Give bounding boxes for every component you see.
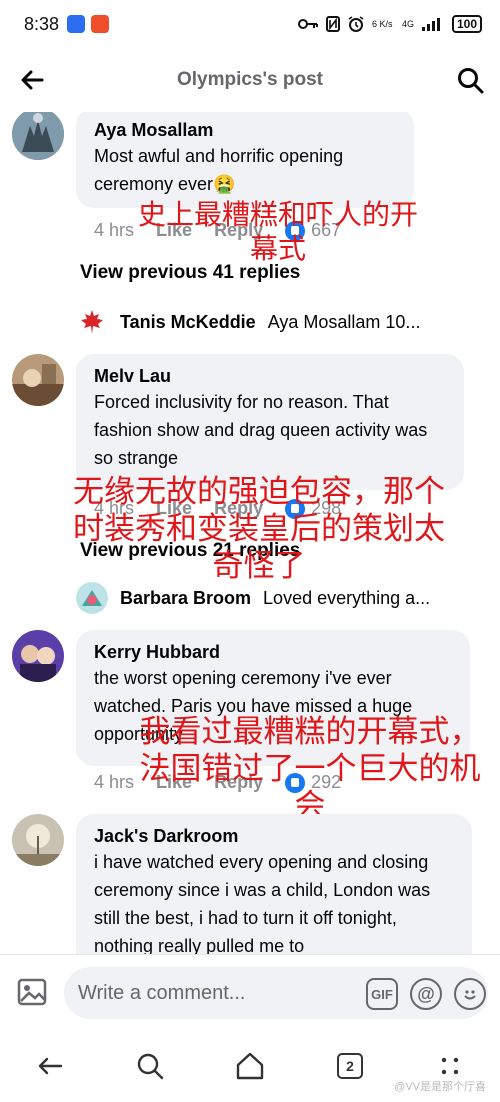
system-nav-bar: 2 @VV是是那个厅喜 bbox=[0, 1030, 500, 1102]
key-icon bbox=[297, 19, 318, 29]
tabs-count: 2 bbox=[337, 1053, 363, 1079]
page-title: Olympics's post bbox=[176, 69, 323, 90]
network-speed: 6 K/s bbox=[371, 19, 393, 29]
comment-bubble[interactable]: Aya Mosallam Most awful and horrific ope… bbox=[76, 112, 414, 208]
avatar[interactable] bbox=[12, 112, 64, 160]
reply-author: Tanis McKeddie bbox=[120, 311, 256, 332]
comment-text: i have watched every opening and closing… bbox=[94, 852, 431, 954]
view-previous-replies[interactable]: View previous 41 replies bbox=[80, 262, 300, 284]
comment-author[interactable]: Kerry Hubbard bbox=[94, 640, 454, 664]
reply-snippet: Aya Mosallam 10... bbox=[267, 311, 421, 332]
nfc-icon bbox=[325, 16, 340, 32]
alarm-icon bbox=[348, 16, 364, 32]
reply-snippet: Loved everything a... bbox=[263, 587, 431, 608]
comment-bubble[interactable]: Melv Lau Forced inclusivity for no reaso… bbox=[76, 354, 464, 490]
reply-author: Barbara Broom bbox=[120, 587, 252, 608]
caption-overlay: 史上最糟糕和吓人的开幕式 bbox=[137, 198, 418, 265]
mention-icon[interactable]: @ bbox=[410, 978, 442, 1010]
caption-overlay: 我看过最糟糕的开幕式，法国错过了一个巨大的机会 bbox=[139, 714, 481, 825]
comment-author[interactable]: Jack's Darkroom bbox=[94, 824, 456, 848]
nav-home-button[interactable] bbox=[230, 1046, 270, 1086]
search-icon bbox=[137, 1053, 164, 1080]
comment-author[interactable]: Aya Mosallam bbox=[94, 118, 398, 142]
notification-app-icon bbox=[91, 15, 110, 33]
avatar[interactable] bbox=[12, 814, 64, 866]
back-arrow-icon[interactable] bbox=[18, 66, 46, 94]
status-time: 8:38 bbox=[24, 13, 60, 34]
comment-bubble[interactable]: Jack's Darkroom i have watched every ope… bbox=[76, 814, 472, 954]
comment-composer: Write a comment... GIF @ bbox=[0, 954, 500, 1030]
home-icon bbox=[236, 1052, 264, 1080]
caption-overlay: 无缘无故的强迫包容，那个时装秀和变装皇后的策划太奇怪了 bbox=[73, 474, 445, 585]
reply-preview[interactable]: Barbara Broom Loved everything a... bbox=[76, 582, 430, 614]
comment-text: Forced inclusivity for no reason. That f… bbox=[94, 392, 428, 468]
more-dots-icon bbox=[441, 1057, 459, 1075]
comment-text: Most awful and horrific opening ceremony… bbox=[94, 146, 344, 194]
signal-icon bbox=[421, 18, 440, 31]
avatar bbox=[76, 306, 108, 338]
notification-app-icon bbox=[67, 15, 86, 33]
post-header: Olympics's post bbox=[0, 48, 500, 112]
avatar bbox=[76, 582, 108, 614]
nav-search-button[interactable] bbox=[130, 1046, 170, 1086]
avatar[interactable] bbox=[12, 630, 64, 682]
comments-list: Aya Mosallam Most awful and horrific ope… bbox=[0, 112, 500, 954]
nav-tabs-button[interactable]: 2 bbox=[330, 1046, 370, 1086]
nav-back-button[interactable] bbox=[30, 1046, 70, 1086]
comment-placeholder: Write a comment... bbox=[78, 981, 246, 1004]
emoji-icon[interactable] bbox=[454, 978, 486, 1010]
network-type: 4G bbox=[401, 19, 414, 29]
back-arrow-icon bbox=[38, 1057, 63, 1075]
comment-author[interactable]: Melv Lau bbox=[94, 364, 448, 388]
gif-button[interactable]: GIF bbox=[366, 978, 398, 1010]
watermark: @VV是是那个厅喜 bbox=[394, 1081, 486, 1093]
status-bar: 8:38 6 K/s 4G 100 bbox=[0, 0, 500, 48]
photo-icon[interactable] bbox=[16, 975, 50, 1009]
reply-preview[interactable]: Tanis McKeddie Aya Mosallam 10... bbox=[76, 306, 420, 338]
search-icon[interactable] bbox=[456, 66, 484, 94]
battery-indicator: 100 bbox=[451, 15, 482, 33]
comment-time: 4 hrs bbox=[94, 772, 135, 792]
avatar[interactable] bbox=[12, 354, 64, 406]
